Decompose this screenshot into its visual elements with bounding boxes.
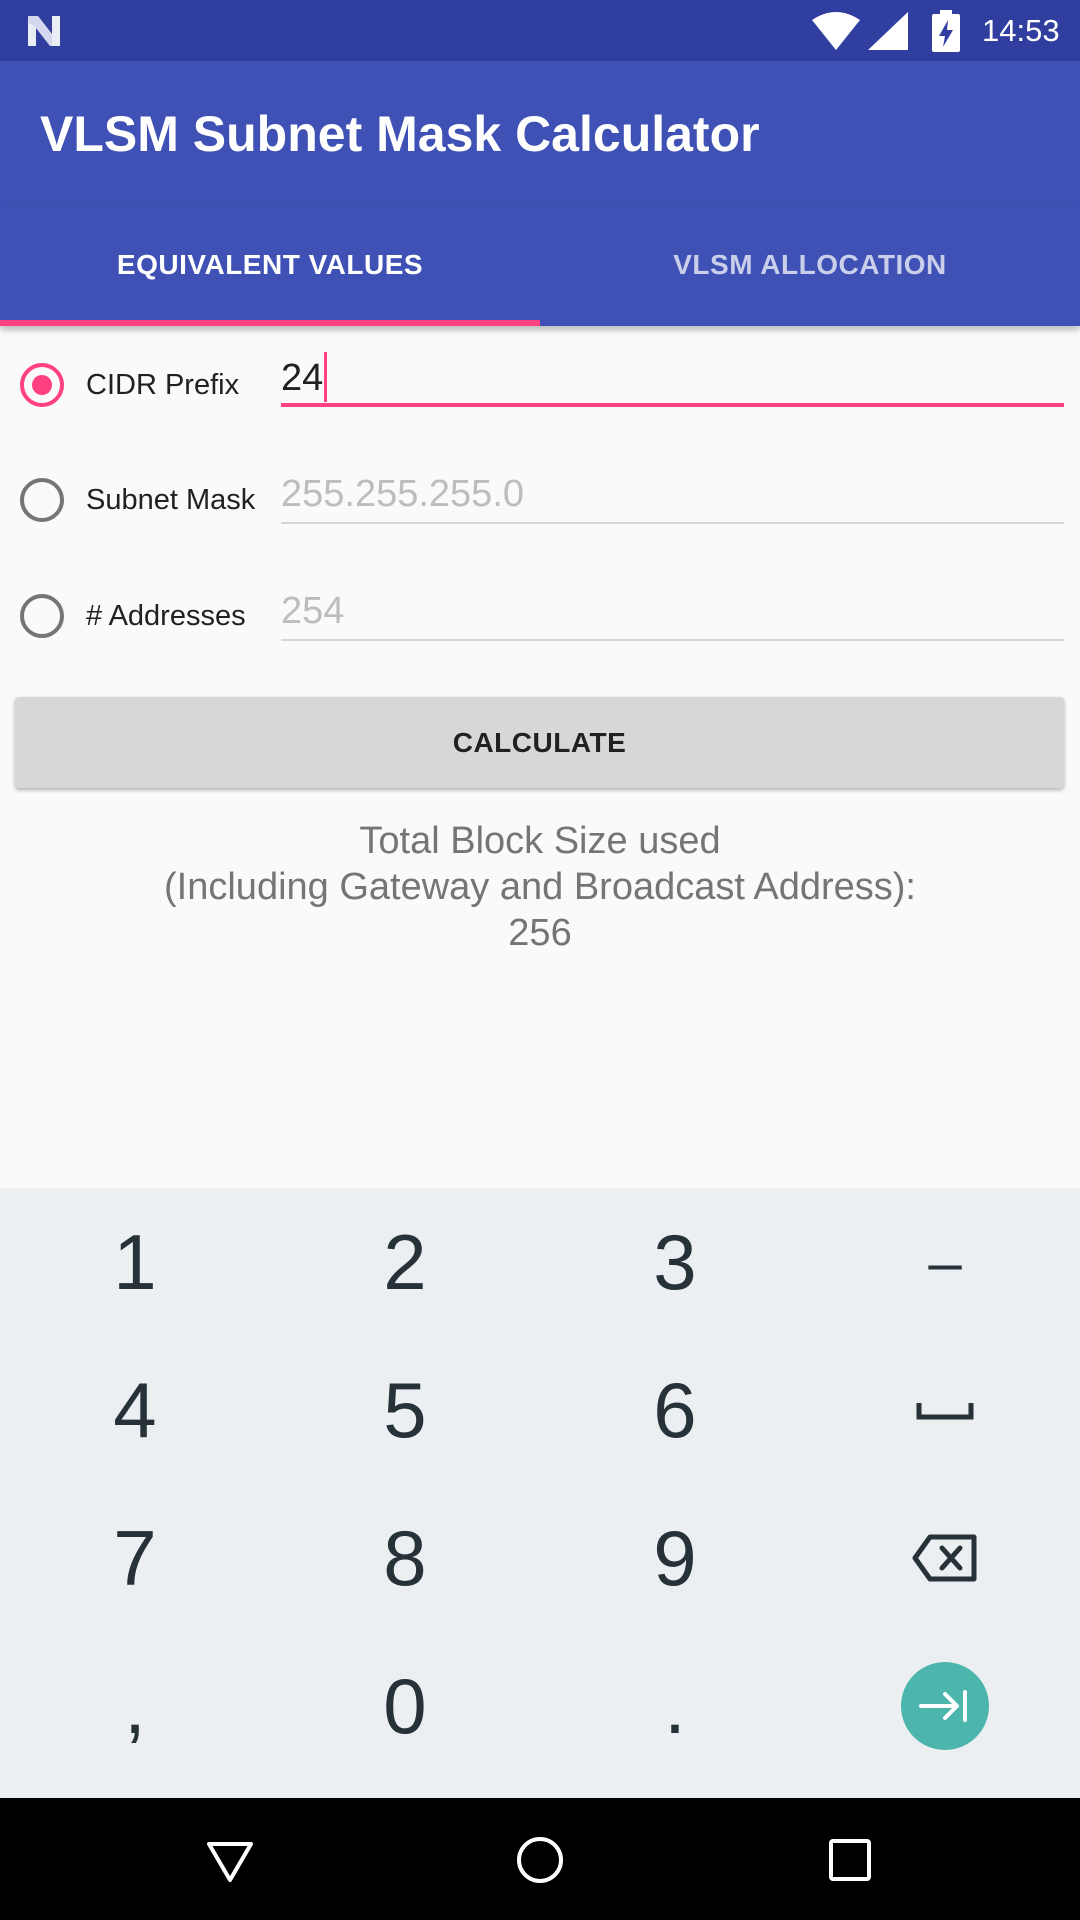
result-value: 256 <box>508 912 572 954</box>
key-2[interactable]: 2 <box>270 1188 540 1336</box>
cidr-value: 24 <box>281 357 324 400</box>
addresses-placeholder: 254 <box>281 590 345 632</box>
backspace-icon <box>912 1534 977 1582</box>
status-bar: 14:53 <box>0 0 1080 61</box>
subnet-mask-input[interactable]: 255.255.255.0 <box>281 464 1064 524</box>
key-9[interactable]: 9 <box>540 1484 810 1632</box>
key-period[interactable]: . <box>540 1632 810 1780</box>
app-bar: VLSM Subnet Mask Calculator <box>0 61 1080 203</box>
addresses-label: # Addresses <box>86 600 246 632</box>
cell-signal-icon <box>868 12 908 50</box>
key-8[interactable]: 8 <box>270 1484 540 1632</box>
battery-charging-icon <box>932 10 960 52</box>
key-6[interactable]: 6 <box>540 1336 810 1484</box>
app-title: VLSM Subnet Mask Calculator <box>40 106 760 162</box>
tab-indicator <box>0 320 540 326</box>
key-7[interactable]: 7 <box>0 1484 270 1632</box>
result-line-2: (Including Gateway and Broadcast Address… <box>164 866 916 908</box>
text-cursor <box>324 352 328 402</box>
cidr-label: CIDR Prefix <box>86 369 240 401</box>
key-1[interactable]: 1 <box>0 1188 270 1336</box>
home-icon[interactable] <box>514 1834 566 1886</box>
result-text: Total Block Size used (Including Gateway… <box>0 818 1080 956</box>
key-4[interactable]: 4 <box>0 1336 270 1484</box>
key-next[interactable] <box>810 1632 1080 1780</box>
calculate-button[interactable]: CALCULATE <box>15 697 1064 788</box>
cidr-row: CIDR Prefix 24 <box>0 335 1080 435</box>
key-3[interactable]: 3 <box>540 1188 810 1336</box>
subnet-mask-radio[interactable] <box>20 478 64 522</box>
key-comma[interactable]: , <box>0 1632 270 1780</box>
navigation-bar <box>0 1798 1080 1920</box>
cidr-underline <box>281 403 1064 407</box>
addresses-radio[interactable] <box>20 594 64 638</box>
numeric-keyboard: 1 2 3 – 4 5 6 7 8 9 , 0 . <box>0 1188 1080 1798</box>
addresses-row: # Addresses 254 <box>0 569 1080 669</box>
key-5[interactable]: 5 <box>270 1336 540 1484</box>
key-minus[interactable]: – <box>810 1188 1080 1336</box>
notification-n-icon <box>28 16 60 46</box>
back-icon[interactable] <box>204 1834 256 1886</box>
key-space[interactable] <box>810 1336 1080 1484</box>
subnet-mask-underline <box>281 522 1064 524</box>
next-field-icon <box>901 1662 989 1750</box>
space-icon <box>916 1403 974 1420</box>
subnet-mask-label: Subnet Mask <box>86 484 256 516</box>
addresses-input[interactable]: 254 <box>281 581 1064 641</box>
key-0[interactable]: 0 <box>270 1632 540 1780</box>
tab-bar: EQUIVALENT VALUES VLSM ALLOCATION <box>0 203 1080 326</box>
key-backspace[interactable] <box>810 1484 1080 1632</box>
status-time: 14:53 <box>982 13 1060 48</box>
addresses-underline <box>281 639 1064 641</box>
cidr-value-wrap: 24 <box>281 352 328 405</box>
wifi-icon <box>812 12 860 50</box>
subnet-mask-placeholder: 255.255.255.0 <box>281 473 525 515</box>
cidr-input[interactable]: 24 <box>281 347 1064 407</box>
result-line-1: Total Block Size used <box>359 820 721 862</box>
tab-equivalent-values[interactable]: EQUIVALENT VALUES <box>0 203 540 326</box>
subnet-mask-row: Subnet Mask 255.255.255.0 <box>0 452 1080 552</box>
recents-icon[interactable] <box>824 1834 876 1886</box>
tab-vlsm-allocation[interactable]: VLSM ALLOCATION <box>540 203 1080 326</box>
cidr-radio[interactable] <box>20 363 64 407</box>
